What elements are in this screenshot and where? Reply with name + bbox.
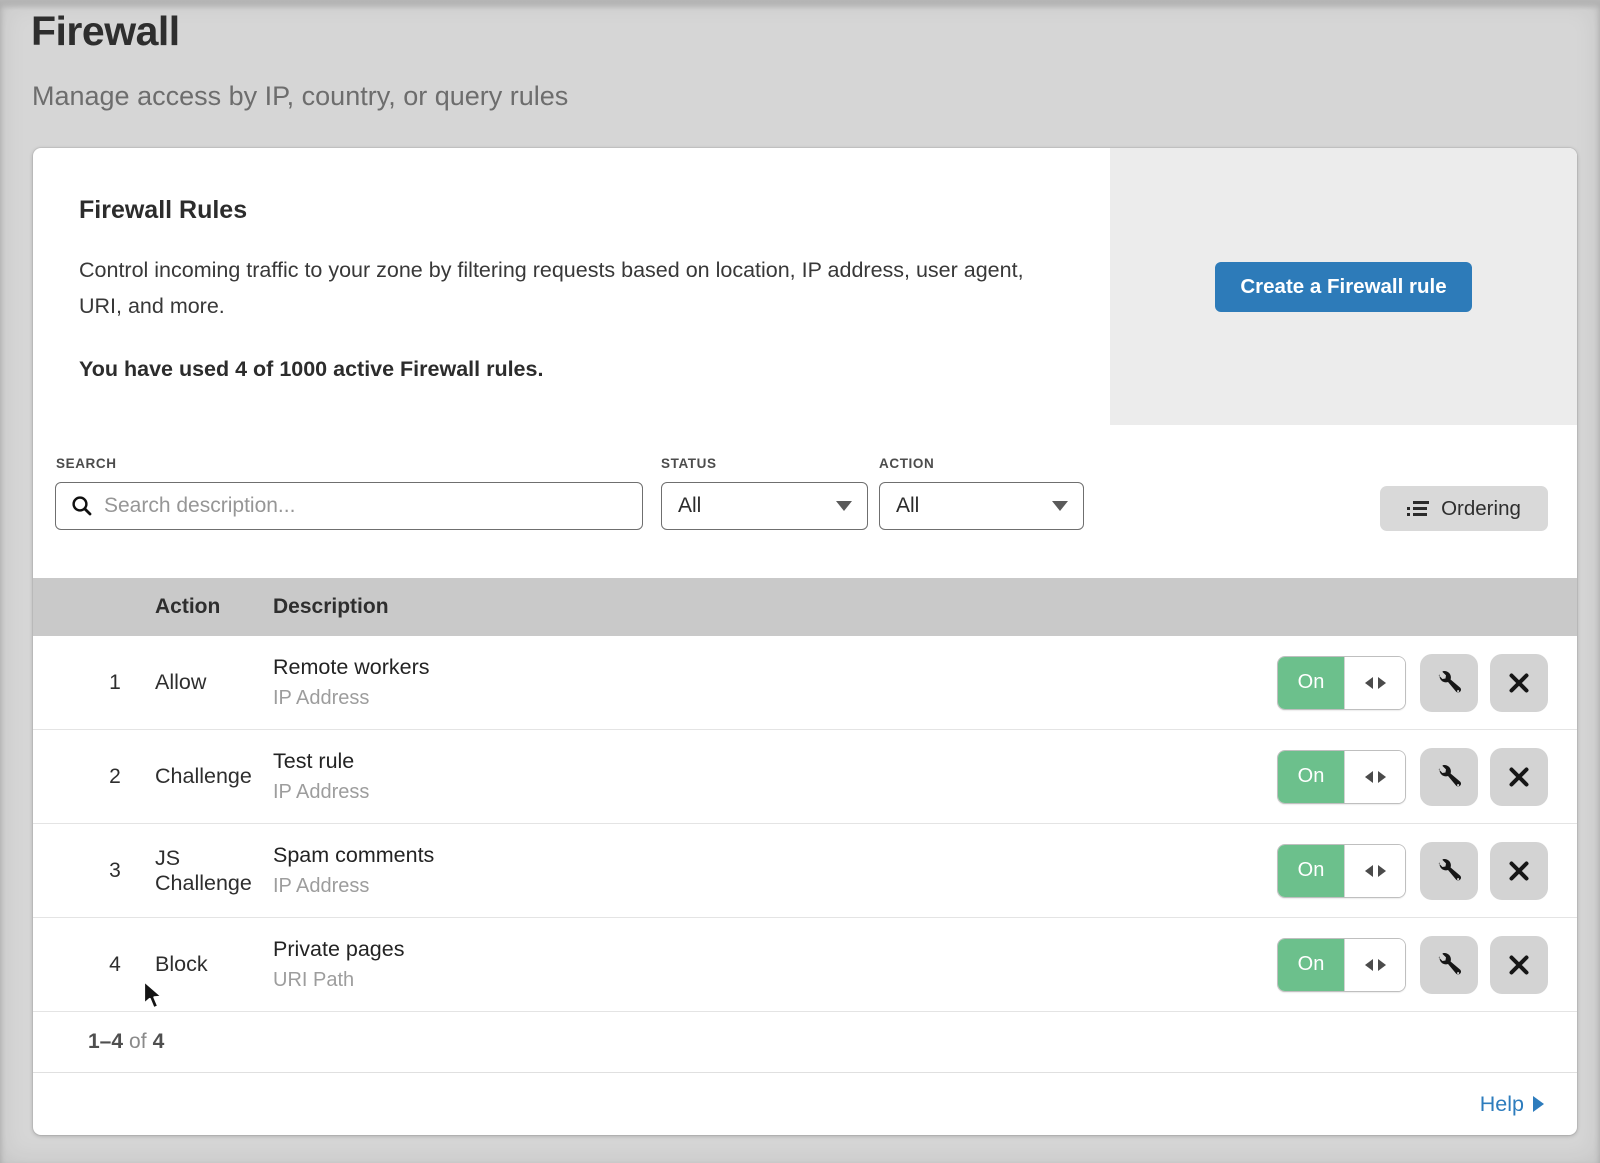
intro-description: Control incoming traffic to your zone by… — [79, 252, 1024, 324]
rule-description-cell: Private pages URI Path — [273, 937, 1277, 992]
rule-action: Challenge — [142, 764, 273, 789]
firewall-page: Firewall Manage access by IP, country, o… — [0, 0, 1600, 1163]
rule-match-type: IP Address — [273, 875, 1277, 898]
arrow-right-icon — [1533, 1096, 1544, 1112]
table-row: 4 Block Private pages URI Path On — [33, 918, 1577, 1012]
delete-rule-button[interactable] — [1490, 654, 1548, 712]
rule-priority: 3 — [88, 859, 142, 883]
close-icon — [1508, 954, 1530, 976]
rule-enabled-toggle[interactable]: On — [1277, 656, 1406, 710]
rule-enabled-toggle[interactable]: On — [1277, 844, 1406, 898]
search-input[interactable] — [93, 494, 642, 518]
rule-action: JS Challenge — [142, 846, 273, 896]
toggle-handle[interactable] — [1344, 751, 1405, 803]
arrow-right-icon — [1378, 959, 1386, 971]
firewall-rules-card: Firewall Rules Control incoming traffic … — [33, 148, 1577, 1135]
arrow-left-icon — [1365, 959, 1373, 971]
delete-rule-button[interactable] — [1490, 936, 1548, 994]
rule-match-type: URI Path — [273, 969, 1277, 992]
chevron-down-icon — [1052, 501, 1068, 511]
ordering-button[interactable]: Ordering — [1380, 486, 1548, 531]
wrench-icon — [1438, 953, 1461, 976]
arrow-right-icon — [1378, 865, 1386, 877]
rule-action: Allow — [142, 670, 273, 695]
edit-rule-button[interactable] — [1420, 748, 1478, 806]
status-select-value: All — [678, 494, 701, 518]
help-link[interactable]: Help — [1480, 1092, 1544, 1117]
status-label: STATUS — [661, 456, 717, 471]
delete-rule-button[interactable] — [1490, 842, 1548, 900]
table-row: 1 Allow Remote workers IP Address On — [33, 636, 1577, 730]
rule-action: Block — [142, 952, 273, 977]
help-link-label: Help — [1480, 1092, 1524, 1117]
edit-rule-button[interactable] — [1420, 936, 1478, 994]
edit-rule-button[interactable] — [1420, 654, 1478, 712]
rule-controls: On — [1277, 654, 1548, 712]
rules-table: Action Description 1 Allow Remote worker… — [33, 578, 1577, 1135]
rule-description-cell: Remote workers IP Address — [273, 655, 1277, 710]
arrow-left-icon — [1365, 865, 1373, 877]
create-firewall-rule-button[interactable]: Create a Firewall rule — [1215, 262, 1471, 312]
action-select-value: All — [896, 494, 919, 518]
column-header-action: Action — [142, 595, 273, 619]
toggle-on-label: On — [1278, 939, 1344, 991]
toggle-on-label: On — [1278, 657, 1344, 709]
search-label: SEARCH — [56, 456, 117, 471]
rule-priority: 4 — [88, 953, 142, 977]
pagination-total: 4 — [153, 1030, 165, 1054]
rule-match-type: IP Address — [273, 687, 1277, 710]
toggle-handle[interactable] — [1344, 657, 1405, 709]
ordering-button-label: Ordering — [1441, 497, 1521, 521]
toggle-handle[interactable] — [1344, 939, 1405, 991]
rule-description: Private pages — [273, 937, 1277, 962]
delete-rule-button[interactable] — [1490, 748, 1548, 806]
rule-controls: On — [1277, 842, 1548, 900]
chevron-down-icon — [836, 501, 852, 511]
create-rule-panel: Create a Firewall rule — [1110, 148, 1577, 425]
help-row: Help — [33, 1073, 1577, 1135]
toggle-handle[interactable] — [1344, 845, 1405, 897]
rule-description: Spam comments — [273, 843, 1277, 868]
rule-priority: 1 — [88, 671, 142, 695]
toggle-on-label: On — [1278, 845, 1344, 897]
wrench-icon — [1438, 671, 1461, 694]
pagination: 1–4 of 4 — [33, 1012, 1577, 1073]
table-row: 3 JS Challenge Spam comments IP Address … — [33, 824, 1577, 918]
table-row: 2 Challenge Test rule IP Address On — [33, 730, 1577, 824]
pagination-of: of — [129, 1030, 147, 1054]
rule-match-type: IP Address — [273, 781, 1277, 804]
action-label: ACTION — [879, 456, 934, 471]
intro-section: Firewall Rules Control incoming traffic … — [33, 148, 1577, 425]
arrow-left-icon — [1365, 771, 1373, 783]
close-icon — [1508, 860, 1530, 882]
rule-description: Test rule — [273, 749, 1277, 774]
pagination-range: 1–4 — [88, 1030, 123, 1054]
arrow-left-icon — [1365, 677, 1373, 689]
search-icon — [71, 495, 93, 517]
wrench-icon — [1438, 859, 1461, 882]
action-select[interactable]: All — [879, 482, 1084, 530]
edit-rule-button[interactable] — [1420, 842, 1478, 900]
rule-controls: On — [1277, 748, 1548, 806]
page-title: Firewall — [31, 8, 180, 55]
page-subtitle: Manage access by IP, country, or query r… — [32, 81, 568, 112]
rule-enabled-toggle[interactable]: On — [1277, 938, 1406, 992]
ordering-list-icon — [1407, 501, 1429, 517]
table-header: Action Description — [33, 578, 1577, 636]
rule-description-cell: Test rule IP Address — [273, 749, 1277, 804]
wrench-icon — [1438, 765, 1461, 788]
rule-priority: 2 — [88, 765, 142, 789]
toggle-on-label: On — [1278, 751, 1344, 803]
arrow-right-icon — [1378, 771, 1386, 783]
close-icon — [1508, 672, 1530, 694]
close-icon — [1508, 766, 1530, 788]
rule-controls: On — [1277, 936, 1548, 994]
search-box — [55, 482, 643, 530]
rule-description: Remote workers — [273, 655, 1277, 680]
rule-description-cell: Spam comments IP Address — [273, 843, 1277, 898]
status-select[interactable]: All — [661, 482, 868, 530]
rule-enabled-toggle[interactable]: On — [1277, 750, 1406, 804]
column-header-description: Description — [273, 595, 1277, 619]
arrow-right-icon — [1378, 677, 1386, 689]
